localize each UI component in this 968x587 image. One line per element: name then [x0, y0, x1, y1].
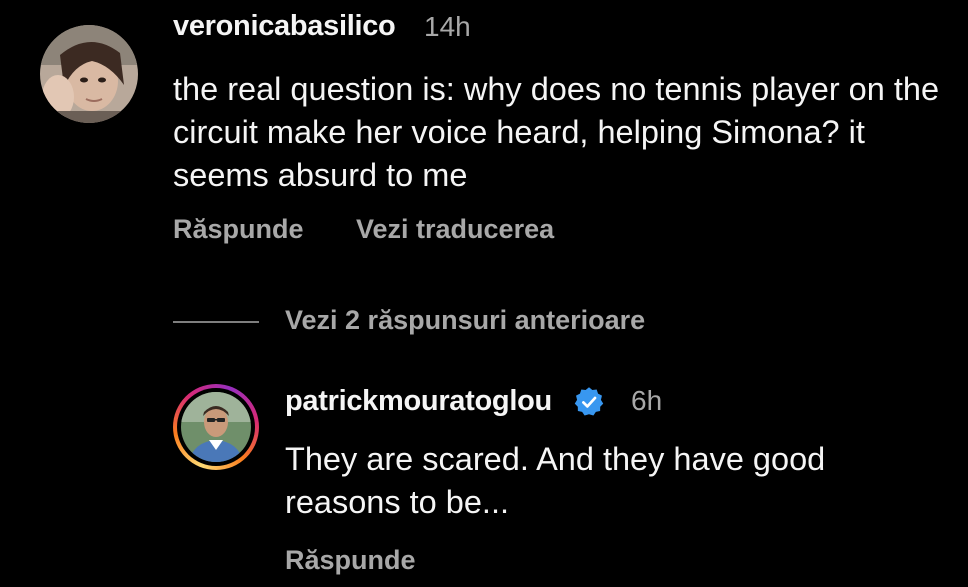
- comment-timestamp: 14h: [424, 11, 471, 42]
- reply-username[interactable]: patrickmouratoglou: [285, 385, 552, 418]
- reply-text: They are scared. And they have good reas…: [285, 441, 826, 520]
- story-ring[interactable]: [173, 384, 259, 470]
- reply-button[interactable]: Răspunde: [173, 214, 304, 245]
- reply-button[interactable]: Răspunde: [285, 545, 416, 576]
- comment-username[interactable]: veronicabasilico: [173, 10, 396, 43]
- comment-text: the real question is: why does no tennis…: [173, 71, 940, 193]
- see-translation-button[interactable]: Vezi traducerea: [356, 214, 554, 245]
- avatar[interactable]: [40, 25, 138, 123]
- replies-divider-line: [173, 321, 259, 323]
- avatar-photo: [181, 392, 251, 462]
- reply-timestamp: 6h: [631, 385, 663, 416]
- verified-badge-icon: [573, 386, 605, 418]
- avatar[interactable]: [181, 392, 251, 462]
- view-previous-replies-label[interactable]: Vezi 2 răspunsuri anterioare: [285, 305, 645, 336]
- avatar-photo: [40, 25, 138, 123]
